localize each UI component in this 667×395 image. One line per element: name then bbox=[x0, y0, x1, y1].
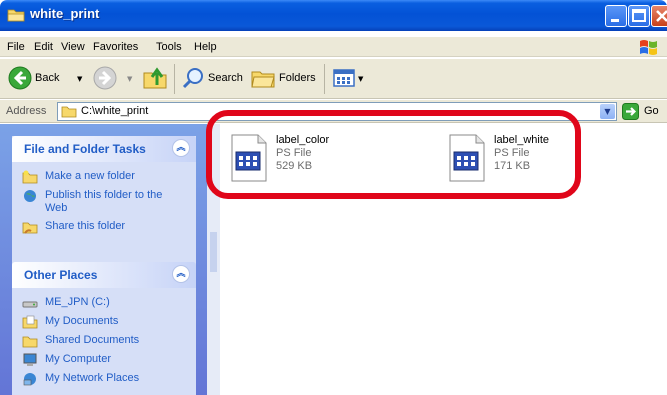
collapse-chevron-icon[interactable]: ︽ bbox=[172, 139, 190, 157]
up-folder-icon[interactable] bbox=[142, 65, 168, 91]
highlight-annotation bbox=[206, 110, 581, 199]
folder-icon bbox=[61, 106, 77, 118]
my-computer-icon bbox=[23, 353, 37, 366]
search-button[interactable]: Search bbox=[208, 72, 243, 84]
other-places-panel: Other Places ︽ ME_JPN (C:) My Documents … bbox=[12, 262, 196, 395]
forward-arrow-icon[interactable] bbox=[93, 66, 117, 90]
panel-header[interactable]: Other Places ︽ bbox=[12, 262, 196, 288]
go-button[interactable]: Go bbox=[644, 105, 659, 117]
share-folder-icon bbox=[22, 222, 38, 234]
new-folder-icon bbox=[22, 170, 38, 184]
network-places-icon bbox=[23, 373, 36, 386]
menu-tools[interactable]: Tools bbox=[156, 41, 182, 53]
my-documents-icon bbox=[22, 315, 38, 329]
task-pane: File and Folder Tasks ︽ Make a new folde… bbox=[0, 124, 207, 395]
drive-icon bbox=[22, 301, 38, 308]
collapse-chevron-icon[interactable]: ︽ bbox=[172, 265, 190, 283]
place-my-documents[interactable]: My Documents bbox=[22, 315, 196, 329]
minimize-button[interactable] bbox=[605, 5, 627, 27]
back-button[interactable]: Back bbox=[35, 72, 59, 84]
views-icon[interactable] bbox=[333, 68, 355, 88]
address-dropdown-icon[interactable]: ▼ bbox=[600, 104, 615, 119]
search-icon[interactable] bbox=[181, 66, 205, 90]
panel-title: Other Places bbox=[24, 268, 98, 282]
menu-bar: File Edit View Favorites Tools Help bbox=[0, 37, 667, 57]
close-button[interactable] bbox=[651, 5, 667, 27]
toolbar-separator bbox=[324, 64, 325, 94]
address-value: C:\white_print bbox=[81, 105, 149, 117]
title-bar[interactable]: white_print bbox=[0, 0, 667, 31]
windows-logo-icon bbox=[640, 40, 657, 55]
toolbar-separator bbox=[174, 64, 175, 94]
scrollbar-thumb[interactable] bbox=[210, 232, 217, 272]
close-icon bbox=[656, 10, 667, 22]
menu-favorites[interactable]: Favorites bbox=[93, 41, 138, 53]
folders-button[interactable]: Folders bbox=[279, 72, 316, 84]
file-folder-tasks-panel: File and Folder Tasks ︽ Make a new folde… bbox=[12, 136, 196, 268]
menu-edit[interactable]: Edit bbox=[34, 41, 53, 53]
publish-web-icon bbox=[24, 190, 36, 202]
toolbar: Back ▼ ▼ Search Folders ▼ bbox=[0, 59, 667, 99]
panel-title: File and Folder Tasks bbox=[24, 142, 146, 156]
place-network-places[interactable]: My Network Places bbox=[22, 372, 196, 386]
back-dropdown-icon[interactable]: ▼ bbox=[77, 75, 82, 83]
menu-help[interactable]: Help bbox=[194, 41, 217, 53]
back-arrow-icon[interactable] bbox=[8, 66, 32, 90]
place-shared-documents[interactable]: Shared Documents bbox=[22, 334, 196, 348]
menu-view[interactable]: View bbox=[61, 41, 85, 53]
maximize-button[interactable] bbox=[628, 5, 650, 27]
window-title: white_print bbox=[30, 6, 100, 21]
maximize-icon bbox=[632, 9, 646, 22]
task-share-folder[interactable]: Share this folder bbox=[22, 220, 196, 234]
place-my-computer[interactable]: My Computer bbox=[22, 353, 196, 367]
place-drive-c[interactable]: ME_JPN (C:) bbox=[22, 296, 196, 310]
panel-header[interactable]: File and Folder Tasks ︽ bbox=[12, 136, 196, 162]
menu-file[interactable]: File bbox=[7, 41, 25, 53]
folders-icon[interactable] bbox=[250, 66, 276, 90]
address-label: Address bbox=[6, 105, 47, 117]
folder-icon bbox=[7, 9, 25, 22]
shared-documents-icon bbox=[22, 336, 38, 348]
task-publish-web[interactable]: Publish this folder to the Web bbox=[22, 189, 196, 215]
task-make-new-folder[interactable]: Make a new folder bbox=[22, 170, 196, 184]
minimize-icon bbox=[611, 19, 619, 22]
views-dropdown-icon[interactable]: ▼ bbox=[358, 75, 363, 83]
forward-dropdown-icon[interactable]: ▼ bbox=[127, 75, 132, 83]
go-arrow-icon[interactable] bbox=[622, 103, 639, 120]
